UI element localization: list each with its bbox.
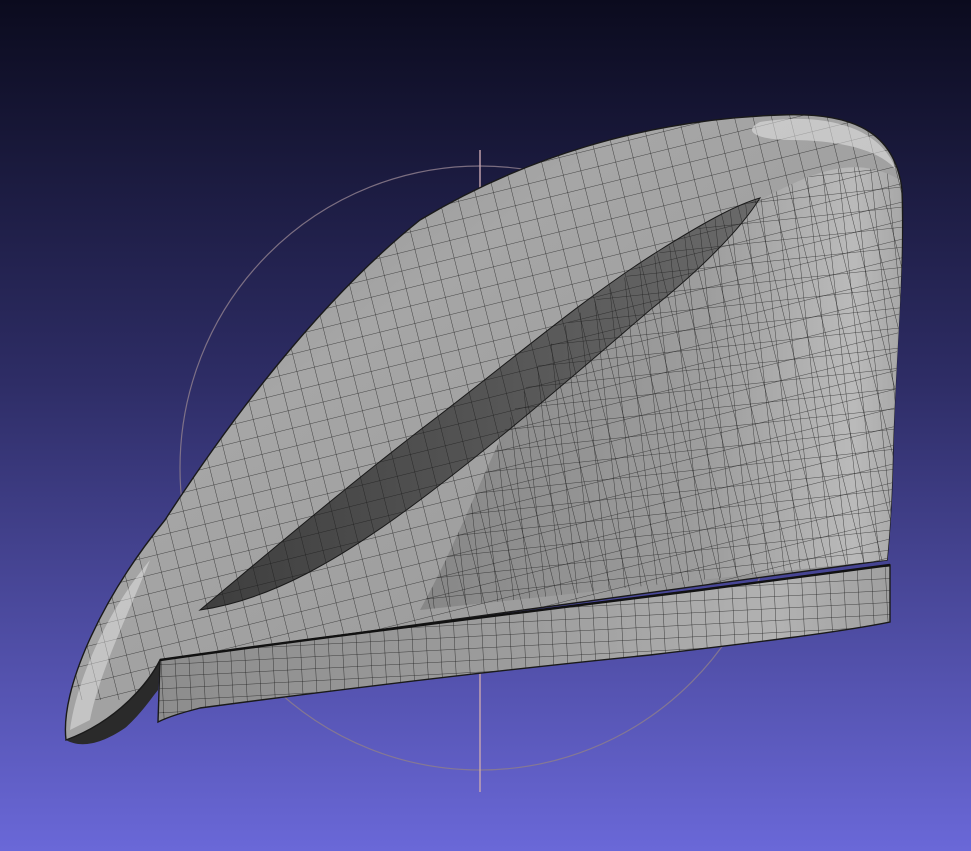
3d-viewport[interactable]	[0, 0, 971, 851]
scene-canvas[interactable]	[0, 0, 971, 851]
